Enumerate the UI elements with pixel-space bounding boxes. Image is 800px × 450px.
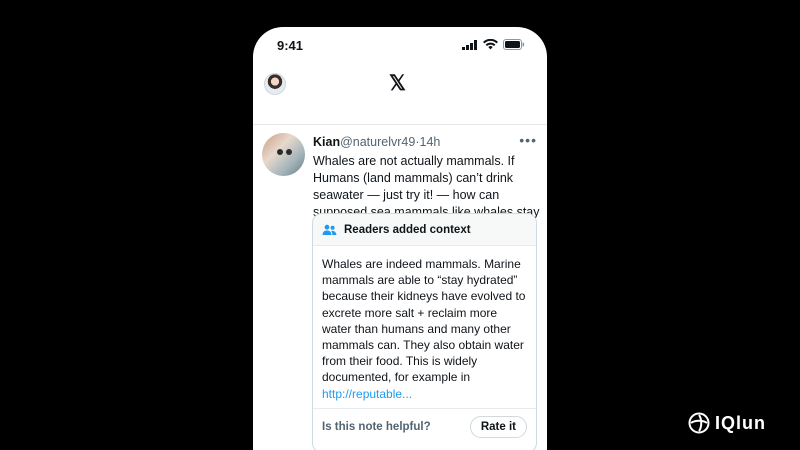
- watermark-logo-icon: [688, 412, 710, 434]
- community-note-text: Whales are indeed mammals. Marine mammal…: [322, 257, 526, 385]
- x-logo-icon[interactable]: 𝕏: [389, 71, 406, 96]
- community-note-card: Readers added context Whales are indeed …: [312, 213, 537, 450]
- source-link[interactable]: http://reputable...: [322, 387, 412, 401]
- signal-icon: [462, 39, 477, 50]
- avatar-eye: [286, 149, 292, 155]
- author-avatar[interactable]: [262, 133, 305, 176]
- watermark-text: IQlun: [715, 412, 766, 433]
- profile-avatar[interactable]: [264, 73, 286, 95]
- status-time: 9:41: [277, 38, 304, 53]
- community-note-body: Whales are indeed mammals. Marine mammal…: [313, 246, 536, 412]
- tweet-header: Kian@naturelvr49·14h: [313, 135, 440, 149]
- rate-it-button[interactable]: Rate it: [469, 415, 527, 438]
- author-name[interactable]: Kian: [313, 135, 340, 149]
- author-handle[interactable]: @naturelvr49: [340, 135, 415, 149]
- helpful-question: Is this note helpful?: [322, 420, 431, 433]
- avatar-eye: [277, 149, 283, 155]
- community-note-footer: Is this note helpful? Rate it: [313, 408, 536, 444]
- people-icon: [322, 224, 337, 235]
- watermark: IQlun: [688, 412, 766, 434]
- battery-icon: [503, 39, 525, 50]
- tweet-time[interactable]: 14h: [420, 135, 441, 149]
- status-icons: [462, 39, 525, 50]
- more-options-icon[interactable]: •••: [519, 132, 537, 148]
- community-note-header: Readers added context: [313, 214, 536, 246]
- community-note-title: Readers added context: [344, 223, 471, 236]
- top-nav: 𝕏: [253, 63, 547, 125]
- status-bar: 9:41: [253, 27, 547, 63]
- wifi-icon: [483, 39, 498, 50]
